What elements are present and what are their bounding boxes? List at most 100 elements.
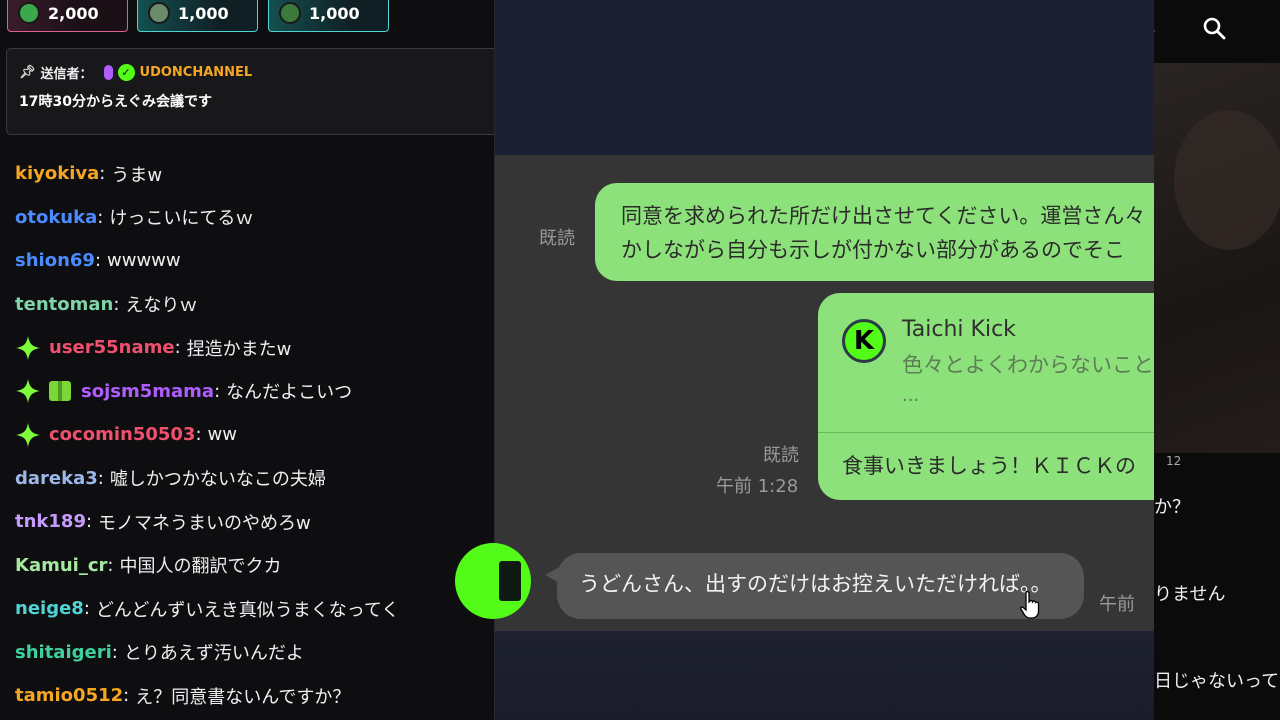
username-separator: : xyxy=(214,380,221,402)
chat-text: 捏造かまたw xyxy=(186,338,292,360)
chat-text: モノマネうまいのやめろw xyxy=(98,512,311,534)
chat-message: sojsm5mama: なんだよこいつ xyxy=(15,370,490,414)
chat-username[interactable]: user55name xyxy=(49,337,175,358)
kick-avatar-icon[interactable] xyxy=(455,543,531,619)
quoted-sender: Taichi Kick xyxy=(902,317,1016,342)
gift-item-1[interactable]: 2,000 xyxy=(7,0,128,32)
gift-leaderboard: 2,000 1,000 1,000 xyxy=(0,0,494,34)
chat-text: なんだよこいつ xyxy=(226,382,353,404)
pin-icon: 📌︎ xyxy=(19,65,36,80)
pinned-text: 17時30分からえぐみ会議です xyxy=(19,94,212,110)
chat-message: kiyokiva: うまw xyxy=(15,152,490,196)
chat-username[interactable]: tnk189 xyxy=(15,511,86,532)
chat-username[interactable]: tamio0512 xyxy=(15,685,123,706)
sent-message-bubble: 同意を求められた所だけ出させてください。運営さん々 かしながら自分も示しが付かな… xyxy=(595,183,1175,281)
username-separator: : xyxy=(97,206,104,228)
chat-message: dareka3: 嘘しかつかないなこの夫婦 xyxy=(15,457,490,501)
chat-text: とりあえず汚いんだよ xyxy=(123,643,304,665)
username-separator: : xyxy=(113,293,120,315)
chat-text: wwwww xyxy=(107,250,181,272)
username-separator: : xyxy=(85,511,93,533)
chat-message: otokuka: けっこいにてるｗ xyxy=(15,196,490,240)
chat-message: tnk189: モノマネうまいのやめろw xyxy=(15,500,490,544)
received-text: うどんさん、出すのだけはお控えいただければ。。 xyxy=(579,572,1052,596)
username-separator: : xyxy=(83,598,90,620)
sparkle-badge-icon xyxy=(16,379,40,404)
count-label: 12 xyxy=(1166,454,1182,468)
chat-text: けっこいにてるｗ xyxy=(109,208,254,230)
chat-text: うまw xyxy=(111,164,163,186)
chat-username[interactable]: shion69 xyxy=(15,250,95,271)
chat-username[interactable]: dareka3 xyxy=(15,468,98,489)
gift-item-2[interactable]: 1,000 xyxy=(137,0,258,32)
message-line: かしながら自分も示しが付かない部分があるのでそこ xyxy=(621,238,1125,262)
stream-chat-panel: 2,000 1,000 1,000 📌︎ 送信者： ✓ UDONCHANNEL … xyxy=(0,0,495,720)
chat-message-list: kiyokiva: うまw otokuka: けっこいにてるｗ shion69: wwww… xyxy=(15,152,490,718)
chat-username[interactable]: tentoman xyxy=(15,294,113,315)
chat-message: shion69: wwwww xyxy=(15,239,490,283)
hand-cursor-icon xyxy=(1020,590,1040,619)
username-separator: : xyxy=(195,424,202,446)
gift-amount: 1,000 xyxy=(309,3,360,23)
chat-text: え？同意書ないんですか？ xyxy=(135,686,351,708)
gift-badge-icon xyxy=(49,381,71,402)
username-separator: : xyxy=(174,337,181,359)
chevron-right-icon[interactable]: › xyxy=(1154,18,1156,42)
pinned-sender[interactable]: UDONCHANNEL xyxy=(140,65,253,80)
chat-text: えなりｗ xyxy=(125,295,198,317)
received-message-bubble: うどんさん、出すのだけはお控えいただければ。。 xyxy=(545,553,1084,619)
chat-username[interactable]: kiyokiva xyxy=(15,163,99,184)
right-video-panel: › 12 か？ りません 日じゃないって xyxy=(1154,0,1280,720)
chat-message: Kamui_cr: 中国人の翻訳でクカ xyxy=(15,544,490,588)
chat-text: どんどんずいえき真似うまくなってく xyxy=(95,599,400,621)
quoted-text: 色々とよくわからないこと xyxy=(902,353,1154,377)
gift-amount: 2,000 xyxy=(48,3,99,23)
chat-username[interactable]: cocomin50503 xyxy=(49,424,195,445)
video-shadow xyxy=(1174,110,1280,250)
chat-fragment: 日じゃないって xyxy=(1154,671,1280,692)
username-separator: : xyxy=(99,163,106,185)
chat-fragment: か？ xyxy=(1154,497,1190,518)
read-receipt: 既読 xyxy=(763,445,799,466)
chat-message: user55name: 捏造かまたw xyxy=(15,326,490,370)
chat-username[interactable]: neige8 xyxy=(15,598,84,619)
kick-logo-icon: K xyxy=(842,319,886,363)
quoted-message[interactable]: K Taichi Kick 色々とよくわからないこと ... xyxy=(818,293,1178,433)
gift-amount: 1,000 xyxy=(178,3,229,23)
username-separator: : xyxy=(97,467,104,489)
search-icon[interactable] xyxy=(1202,16,1226,40)
username-separator: : xyxy=(94,250,102,272)
chat-username[interactable]: shitaigeri xyxy=(15,642,112,663)
chat-message: cocomin50503: ww xyxy=(15,413,490,457)
reply-message-bubble: K Taichi Kick 色々とよくわからないこと ... 食事いきましょう！… xyxy=(818,293,1178,500)
username-separator: : xyxy=(123,685,130,707)
message-time: 午前 1:28 xyxy=(716,476,799,497)
bottom-band xyxy=(495,631,1154,720)
pinned-message[interactable]: 📌︎ 送信者： ✓ UDONCHANNEL 17時30分からえぐみ会議です xyxy=(6,48,494,135)
line-chat-screenshot: 既読 同意を求められた所だけ出させてください。運営さん々 かしながら自分も示しが… xyxy=(455,0,1178,720)
chat-message: tentoman: えなりｗ xyxy=(15,283,490,327)
username-separator: : xyxy=(107,554,114,576)
pinned-label: 送信者： xyxy=(40,67,93,82)
gift-item-3[interactable]: 1,000 xyxy=(268,0,389,32)
message-time: 午前 xyxy=(1099,594,1135,615)
top-band xyxy=(495,0,1154,155)
chat-username[interactable]: sojsm5mama xyxy=(81,381,214,402)
read-receipt: 既読 xyxy=(539,228,575,249)
chat-text: 嘘しかつかないなこの夫婦 xyxy=(109,469,326,491)
chat-username[interactable]: Kamui_cr xyxy=(15,555,107,576)
avatar-icon xyxy=(279,2,301,24)
chat-message: neige8: どんどんずいえき真似うまくなってく xyxy=(15,587,490,631)
sparkle-badge-icon xyxy=(16,422,40,447)
chat-message: tamio0512: え？同意書ないんですか？ xyxy=(15,674,490,718)
username-separator: : xyxy=(111,641,118,663)
pinned-header: 📌︎ 送信者： ✓ UDONCHANNEL xyxy=(19,63,484,82)
chat-fragment: りません xyxy=(1154,584,1226,605)
chat-username[interactable]: otokuka xyxy=(15,207,97,228)
chat-text: 中国人の翻訳でクカ xyxy=(119,556,282,578)
message-line: 同意を求められた所だけ出させてください。運営さん々 xyxy=(621,204,1146,228)
chat-text: ww xyxy=(207,424,237,446)
verified-icon: ✓ xyxy=(117,64,135,81)
microphone-icon xyxy=(103,65,113,80)
avatar-icon xyxy=(148,2,170,24)
